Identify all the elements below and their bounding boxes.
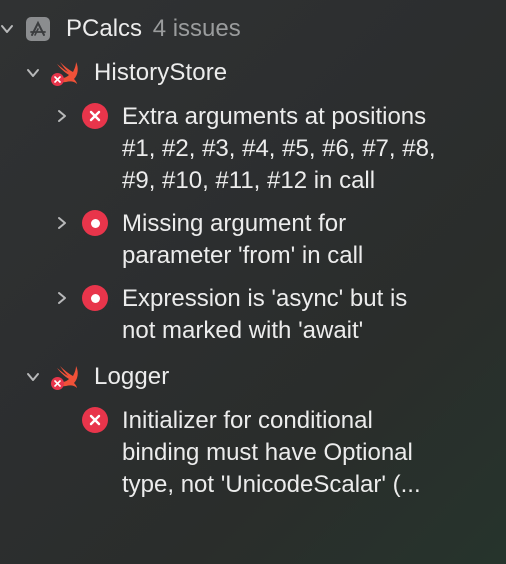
issue-line: Extra arguments at positions <box>122 103 427 130</box>
issue-line: Expression is 'async' but is <box>122 285 408 312</box>
issue-line: #9, #10, #11, #12 in call <box>122 167 376 194</box>
chevron-down-icon[interactable] <box>0 22 14 36</box>
issue-line: parameter 'from' in call <box>122 242 364 269</box>
swift-file-icon <box>51 58 82 88</box>
error-dot-icon <box>82 210 108 236</box>
error-x-icon <box>82 407 108 433</box>
issue-message: Expression is 'async' but is not marked … <box>122 283 407 347</box>
file-name: HistoryStore <box>94 59 228 86</box>
project-title-group: PCalcs 4 issues <box>66 13 241 45</box>
issue-count: 4 issues <box>152 15 241 42</box>
chevron-down-icon[interactable] <box>26 370 40 384</box>
chevron-down-icon[interactable] <box>26 66 40 80</box>
issue-line: Initializer for conditional <box>122 407 373 434</box>
issue-line: #1, #2, #3, #4, #5, #6, #7, #8, <box>122 135 436 162</box>
error-dot-icon <box>82 285 108 311</box>
issue-line: type, not 'UnicodeScalar' (... <box>122 471 421 498</box>
issue-message: Missing argument for parameter 'from' in… <box>122 208 363 272</box>
swift-file-icon <box>51 362 82 392</box>
error-mini-icon <box>51 73 64 86</box>
issue-line: Missing argument for <box>122 210 347 237</box>
app-project-icon <box>26 17 50 41</box>
project-name: PCalcs <box>66 15 143 42</box>
error-mini-icon <box>51 377 64 390</box>
issue-line: not marked with 'await' <box>122 317 364 344</box>
chevron-right-icon[interactable] <box>55 109 69 123</box>
chevron-right-icon[interactable] <box>55 216 69 230</box>
chevron-right-icon[interactable] <box>55 291 69 305</box>
issue-message: Extra arguments at positions #1, #2, #3,… <box>122 101 436 197</box>
issue-line: binding must have Optional <box>122 439 413 466</box>
file-name: Logger <box>94 363 170 390</box>
error-x-icon <box>82 103 108 129</box>
issue-message: Initializer for conditional binding must… <box>122 405 421 501</box>
